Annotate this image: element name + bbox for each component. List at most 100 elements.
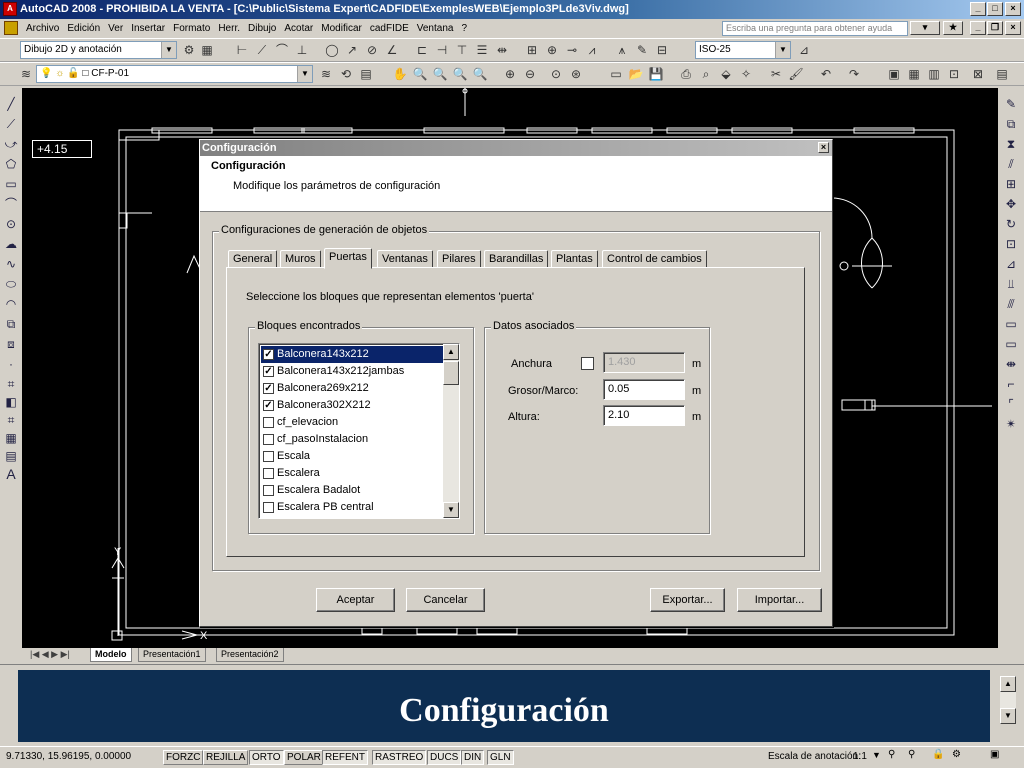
workspace-settings-icon[interactable]: ⚙: [181, 42, 197, 58]
tolerance-icon[interactable]: ⊞: [524, 42, 540, 58]
zoom-in-icon[interactable]: ⊕: [502, 66, 518, 82]
block-checkbox[interactable]: [263, 502, 274, 513]
list-item[interactable]: Escalera Badalot: [261, 482, 443, 499]
menu-help[interactable]: ?: [457, 23, 471, 34]
toolpalette-icon[interactable]: ▦: [199, 42, 215, 58]
zoom-scale-icon[interactable]: ⊛: [568, 66, 584, 82]
center-mark-icon[interactable]: ⊕: [544, 42, 560, 58]
menu-acotar[interactable]: Acotar: [280, 23, 317, 34]
ortho-toggle[interactable]: ORTO: [249, 750, 284, 765]
dimstyle-select[interactable]: ISO-25 ▼: [695, 41, 791, 59]
tab-plantas[interactable]: Plantas: [551, 250, 598, 268]
fillet-icon[interactable]: ⌜: [1003, 396, 1019, 412]
scroll-up-icon[interactable]: ▲: [443, 344, 459, 360]
cancel-button[interactable]: Cancelar: [406, 588, 485, 612]
region-icon[interactable]: ⌗: [3, 412, 19, 428]
sheet-set-icon[interactable]: ⊡: [946, 66, 962, 82]
layer-previous-icon[interactable]: ⟲: [338, 66, 354, 82]
favorites-icon[interactable]: ★: [943, 21, 963, 35]
dim-continue-icon[interactable]: ⊤: [454, 42, 470, 58]
block-checkbox[interactable]: [263, 434, 274, 445]
dim-text-edit-icon[interactable]: ✎: [634, 42, 650, 58]
annotation-visibility-icon[interactable]: ⚲: [888, 749, 895, 760]
zoom-previous-icon[interactable]: 🔍: [452, 66, 468, 82]
scale-icon[interactable]: ⊡: [1003, 236, 1019, 252]
dim-arc-icon[interactable]: ⌒: [274, 42, 290, 58]
inspect-icon[interactable]: ⊸: [564, 42, 580, 58]
grosor-field[interactable]: 0.05: [603, 379, 685, 400]
menu-cadfide[interactable]: cadFIDE: [366, 23, 413, 34]
break-icon[interactable]: ▭: [1003, 336, 1019, 352]
dim-ordinate-icon[interactable]: ⊥: [294, 42, 310, 58]
stretch-icon[interactable]: ⊿: [1003, 256, 1019, 272]
dim-update-icon[interactable]: ⊟: [654, 42, 670, 58]
scroll-up-icon[interactable]: ▲: [1000, 676, 1016, 692]
dim-aligned-icon[interactable]: ⟋: [254, 42, 270, 58]
help-search-input[interactable]: Escriba una pregunta para obtener ayuda: [722, 21, 908, 36]
otrack-toggle[interactable]: RASTREO: [372, 750, 427, 765]
lwt-toggle[interactable]: GLN: [487, 750, 514, 765]
menu-dibujo[interactable]: Dibujo: [244, 23, 280, 34]
tab-modelo[interactable]: Modelo: [90, 648, 132, 662]
clean-screen-icon[interactable]: ▣: [990, 749, 999, 760]
tool-palettes-icon[interactable]: ▥: [926, 66, 942, 82]
etransmit-icon[interactable]: ✧: [738, 66, 754, 82]
workspace-select[interactable]: Dibujo 2D y anotación ▼: [20, 41, 177, 59]
list-item[interactable]: cf_elevacion: [261, 414, 443, 431]
polyline-icon[interactable]: ⤻: [3, 136, 19, 152]
block-checkbox[interactable]: [263, 451, 274, 462]
block-checkbox[interactable]: [263, 485, 274, 496]
design-center-icon[interactable]: ▦: [906, 66, 922, 82]
tab-nav-arrows-icon[interactable]: |◀ ◀ ▶ ▶|: [30, 649, 70, 660]
layer-select[interactable]: 💡 ☼ 🔓 □ CF-P-01 ▼: [36, 65, 313, 83]
chevron-down-icon[interactable]: ▼: [872, 750, 881, 760]
copy-icon[interactable]: ⧉: [1003, 116, 1019, 132]
pan-realtime-icon[interactable]: ✋: [392, 66, 408, 82]
rotate-icon[interactable]: ↻: [1003, 216, 1019, 232]
export-button[interactable]: Exportar...: [650, 588, 725, 612]
block-checkbox[interactable]: ✓: [263, 349, 274, 360]
blocks-listbox[interactable]: ✓ Balconera143x212 ✓ Balconera143x212jambas…: [258, 343, 460, 519]
list-item[interactable]: ✓ Balconera302X212: [261, 397, 443, 414]
dim-edit-icon[interactable]: ⩚: [614, 42, 630, 58]
tab-barandillas[interactable]: Barandillas: [484, 250, 549, 268]
block-checkbox[interactable]: ✓: [263, 383, 274, 394]
block-checkbox[interactable]: [263, 417, 274, 428]
help-search-button[interactable]: ▾: [910, 21, 940, 35]
construction-line-icon[interactable]: ⟋: [3, 116, 19, 132]
tray-settings-icon[interactable]: ⚙: [952, 749, 961, 760]
anchura-checkbox[interactable]: [581, 357, 594, 370]
auto-scale-icon[interactable]: ⚲: [908, 749, 915, 760]
list-item[interactable]: ✓ Balconera269x212: [261, 380, 443, 397]
tab-presentacion2[interactable]: Presentación2: [216, 648, 284, 662]
import-button[interactable]: Importar...: [737, 588, 822, 612]
dim-radius-icon[interactable]: ◯: [324, 42, 340, 58]
array-icon[interactable]: ⊞: [1003, 176, 1019, 192]
mirror-icon[interactable]: ⧗: [1003, 136, 1019, 152]
dim-space-icon[interactable]: ☰: [474, 42, 490, 58]
trim-icon[interactable]: ⫫: [1003, 276, 1019, 292]
maximize-button[interactable]: □: [987, 2, 1003, 16]
revcloud-icon[interactable]: ☁: [3, 236, 19, 252]
list-item[interactable]: Escalera PB derecha: [261, 516, 443, 518]
tab-muros[interactable]: Muros: [280, 250, 321, 268]
altura-field[interactable]: 2.10: [603, 405, 685, 426]
redo-icon[interactable]: ↷: [846, 66, 862, 82]
cut-icon[interactable]: ✂: [768, 66, 784, 82]
tab-pilares[interactable]: Pilares: [437, 250, 481, 268]
tab-general[interactable]: General: [228, 250, 278, 268]
break-at-point-icon[interactable]: ▭: [1003, 316, 1019, 332]
plot-preview-icon[interactable]: ⌕: [698, 66, 714, 82]
zoom-extents-icon[interactable]: 🔍: [472, 66, 488, 82]
menu-edicion[interactable]: Edición: [63, 23, 104, 34]
polygon-icon[interactable]: ⬠: [3, 156, 19, 172]
zoom-window-icon[interactable]: 🔍: [432, 66, 448, 82]
quick-dim-icon[interactable]: ⊏: [414, 42, 430, 58]
scroll-down-icon[interactable]: ▼: [443, 502, 459, 518]
block-checkbox[interactable]: ✓: [263, 366, 274, 377]
insert-block-icon[interactable]: ⧉: [3, 316, 19, 332]
snap-toggle[interactable]: FORZC: [163, 750, 204, 765]
close-button[interactable]: ×: [1005, 2, 1021, 16]
text-icon[interactable]: A: [3, 466, 19, 482]
command-scrollbar[interactable]: ▲ ▼: [1000, 676, 1016, 724]
